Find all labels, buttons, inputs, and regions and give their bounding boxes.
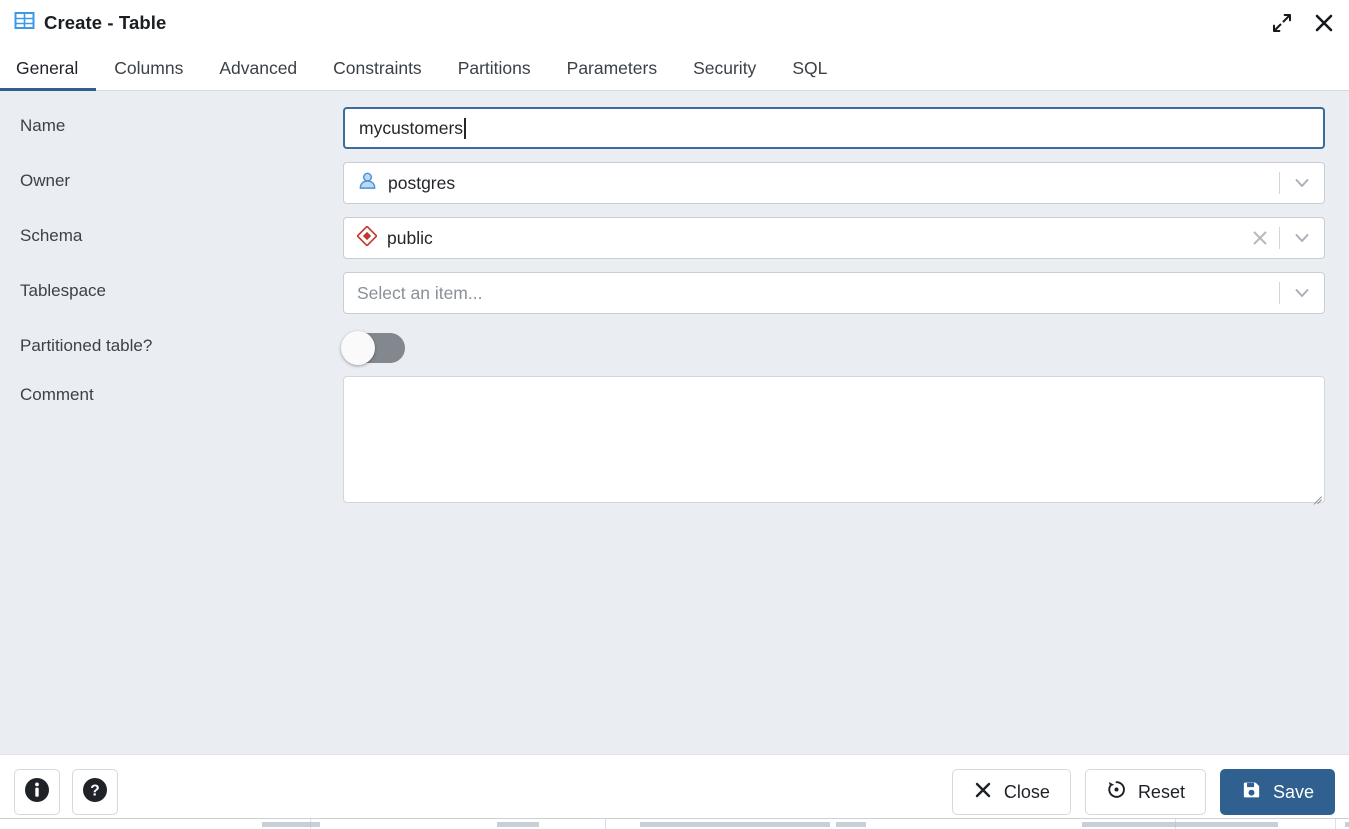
tab-constraints-label: Constraints xyxy=(333,58,422,79)
info-button[interactable] xyxy=(14,769,60,815)
comment-label: Comment xyxy=(0,376,343,405)
resize-handle-icon[interactable] xyxy=(1310,488,1322,500)
tab-columns[interactable]: Columns xyxy=(96,46,201,90)
schema-value: public xyxy=(387,228,433,249)
field-row-tablespace: Tablespace Select an item... xyxy=(0,272,1337,314)
footer-left-group: ? xyxy=(14,769,118,815)
chevron-down-icon[interactable] xyxy=(1284,273,1320,313)
info-icon xyxy=(23,776,51,809)
close-icon[interactable] xyxy=(1313,12,1335,34)
dialog-titlebar: Create - Table xyxy=(0,0,1349,46)
footer-right-group: Close Reset xyxy=(952,769,1335,815)
tablespace-field-wrapper: Select an item... xyxy=(343,272,1337,314)
tab-security-label: Security xyxy=(693,58,756,79)
reset-circular-arrow-icon xyxy=(1106,779,1127,805)
schema-field-wrapper: public xyxy=(343,217,1337,259)
tablespace-select[interactable]: Select an item... xyxy=(343,272,1325,314)
partitioned-label: Partitioned table? xyxy=(0,327,343,356)
field-row-partitioned: Partitioned table? xyxy=(0,327,1337,363)
user-icon xyxy=(357,170,378,196)
tab-general-label: General xyxy=(16,58,78,79)
owner-label: Owner xyxy=(0,162,343,191)
schema-label: Schema xyxy=(0,217,343,246)
tab-columns-label: Columns xyxy=(114,58,183,79)
close-x-icon xyxy=(973,780,993,805)
owner-select[interactable]: postgres xyxy=(343,162,1325,204)
partitioned-toggle[interactable] xyxy=(343,333,405,363)
dialog-tabbar: General Columns Advanced Constraints Par… xyxy=(0,46,1349,91)
general-tab-panel: Name mycustomers Owner xyxy=(0,91,1349,754)
tablespace-select-actions xyxy=(1275,273,1320,313)
name-input-value: mycustomers xyxy=(359,118,463,139)
owner-field-wrapper: postgres xyxy=(343,162,1337,204)
owner-select-actions xyxy=(1275,163,1320,203)
tab-advanced-label: Advanced xyxy=(219,58,297,79)
tab-parameters-label: Parameters xyxy=(567,58,657,79)
tab-security[interactable]: Security xyxy=(675,46,774,90)
svg-text:?: ? xyxy=(90,782,99,799)
tab-advanced[interactable]: Advanced xyxy=(201,46,315,90)
schema-select[interactable]: public xyxy=(343,217,1325,259)
chevron-down-icon[interactable] xyxy=(1284,218,1320,258)
titlebar-controls xyxy=(1271,12,1335,34)
owner-value: postgres xyxy=(388,173,455,194)
name-input[interactable]: mycustomers xyxy=(343,107,1325,149)
close-button[interactable]: Close xyxy=(952,769,1071,815)
field-row-schema: Schema public xyxy=(0,217,1337,259)
clear-x-icon[interactable] xyxy=(1245,218,1275,258)
tab-constraints[interactable]: Constraints xyxy=(315,46,440,90)
tablespace-separator xyxy=(1279,282,1280,304)
create-table-dialog: Create - Table General Columns Advanced … xyxy=(0,0,1349,829)
save-button[interactable]: Save xyxy=(1220,769,1335,815)
schema-select-actions xyxy=(1245,218,1320,258)
help-icon: ? xyxy=(81,776,109,809)
background-app-row xyxy=(0,818,1349,829)
name-field-wrapper: mycustomers xyxy=(343,107,1337,149)
comment-field-wrapper xyxy=(343,376,1337,503)
toggle-knob xyxy=(341,331,375,365)
table-icon xyxy=(14,10,35,36)
tablespace-value-group: Select an item... xyxy=(357,283,1275,304)
field-row-comment: Comment xyxy=(0,376,1337,503)
save-button-label: Save xyxy=(1273,782,1314,803)
name-label: Name xyxy=(0,107,343,136)
reset-button[interactable]: Reset xyxy=(1085,769,1206,815)
help-button[interactable]: ? xyxy=(72,769,118,815)
tab-sql[interactable]: SQL xyxy=(774,46,845,90)
schema-value-group: public xyxy=(357,226,1245,251)
close-button-label: Close xyxy=(1004,782,1050,803)
schema-separator xyxy=(1279,227,1280,249)
reset-button-label: Reset xyxy=(1138,782,1185,803)
field-row-name: Name mycustomers xyxy=(0,107,1337,149)
tablespace-placeholder: Select an item... xyxy=(357,283,482,304)
partitioned-field-wrapper xyxy=(343,327,1337,363)
text-caret xyxy=(464,118,466,139)
comment-textarea[interactable] xyxy=(343,376,1325,503)
tab-partitions-label: Partitions xyxy=(458,58,531,79)
tab-partitions[interactable]: Partitions xyxy=(440,46,549,90)
titlebar-left-group: Create - Table xyxy=(14,10,166,36)
expand-icon[interactable] xyxy=(1271,12,1293,34)
dialog-title: Create - Table xyxy=(44,12,166,34)
owner-separator xyxy=(1279,172,1280,194)
schema-diamond-icon xyxy=(357,226,377,251)
chevron-down-icon[interactable] xyxy=(1284,163,1320,203)
field-row-owner: Owner postgres xyxy=(0,162,1337,204)
tab-general[interactable]: General xyxy=(0,46,96,90)
owner-value-group: postgres xyxy=(357,170,1275,196)
tablespace-label: Tablespace xyxy=(0,272,343,301)
save-floppy-icon xyxy=(1241,779,1262,805)
tab-sql-label: SQL xyxy=(792,58,827,79)
tab-parameters[interactable]: Parameters xyxy=(549,46,675,90)
